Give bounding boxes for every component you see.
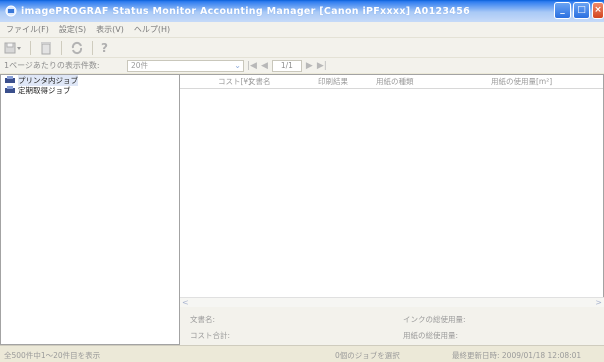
toolbar-separator	[30, 40, 31, 55]
menu-view[interactable]: 表示(V)	[96, 24, 124, 35]
status-last-update: 最終更新日時: 2009/01/18 12:08:01	[452, 351, 582, 360]
column-media-type[interactable]: 用紙の種類	[376, 76, 491, 87]
toolbar-separator	[61, 40, 62, 55]
per-page-select[interactable]: 20件 ⌄	[127, 60, 244, 72]
status-bar: 全500件中1～20件目を表示 0個のジョブを選択 最終更新日時: 2009/0…	[0, 345, 604, 362]
column-print-result[interactable]: 印刷結果	[318, 76, 376, 87]
menu-file[interactable]: ファイル(F)	[6, 24, 49, 35]
document-name-label: 文書名:	[190, 315, 216, 324]
job-list: コスト[¥] 文書名 印刷結果 用紙の種類 用紙の使用量[m²]	[180, 74, 604, 307]
refresh-icon	[71, 41, 83, 54]
delete-button[interactable]	[39, 40, 53, 56]
per-page-label: 1ページあたりの表示件数:	[4, 61, 100, 70]
scroll-right-icon[interactable]: >	[595, 298, 602, 307]
cost-total-label: コスト合計:	[190, 331, 231, 340]
status-range: 全500件中1～20件目を表示	[4, 351, 101, 360]
first-page-icon[interactable]: |◀	[247, 61, 257, 71]
maximize-button[interactable]: □	[573, 2, 590, 19]
help-icon: ?	[101, 40, 108, 55]
title-bar: imagePROGRAF Status Monitor Accounting M…	[0, 0, 604, 22]
help-button[interactable]: ?	[101, 40, 108, 56]
save-icon	[4, 42, 21, 53]
per-page-value: 20件	[131, 61, 149, 70]
page-indicator[interactable]: 1/1	[271, 60, 302, 72]
app-icon	[5, 5, 17, 17]
menu-settings[interactable]: 設定(S)	[59, 24, 86, 35]
column-document-name[interactable]: 文書名	[248, 76, 318, 87]
next-page-icon[interactable]: ▶	[306, 61, 313, 71]
chevron-down-icon[interactable]: ⌄	[234, 61, 241, 71]
printer-icon	[5, 76, 15, 83]
horizontal-scrollbar[interactable]: < >	[180, 297, 604, 307]
scroll-left-icon[interactable]: <	[182, 298, 189, 307]
pager: |◀ ◀ 1/1 ▶ ▶|	[247, 60, 327, 72]
prev-page-icon[interactable]: ◀	[261, 61, 268, 71]
window-title: imagePROGRAF Status Monitor Accounting M…	[21, 5, 471, 17]
delete-icon	[41, 41, 51, 54]
close-button[interactable]: ×	[592, 2, 604, 19]
toolbar: ?	[0, 37, 604, 57]
minimize-button[interactable]: _	[554, 2, 571, 19]
menu-bar: ファイル(F) 設定(S) 表示(V) ヘルプ(H)	[0, 22, 604, 37]
last-page-icon[interactable]: ▶|	[317, 61, 327, 71]
paper-total-label: 用紙の総使用量:	[403, 331, 459, 340]
paging-bar: 1ページあたりの表示件数: 20件 ⌄ |◀ ◀ 1/1 ▶ ▶|	[0, 57, 604, 73]
menu-help[interactable]: ヘルプ(H)	[134, 24, 170, 35]
refresh-button[interactable]	[70, 40, 84, 56]
printer-icon	[5, 86, 15, 93]
tree-item-label: 定期取得ジョブ	[18, 85, 71, 95]
tree-item-periodic-jobs[interactable]: 定期取得ジョブ	[1, 85, 179, 95]
column-cost[interactable]: コスト[¥]	[218, 76, 251, 87]
job-tree: プリンタ内ジョブ 定期取得ジョブ	[0, 74, 180, 345]
list-header: コスト[¥] 文書名 印刷結果 用紙の種類 用紙の使用量[m²]	[180, 75, 603, 89]
tree-item-printer-jobs[interactable]: プリンタ内ジョブ	[1, 74, 179, 86]
detail-panel: 文書名: コスト合計: インクの総使用量: 用紙の総使用量:	[180, 307, 604, 345]
save-button[interactable]	[4, 40, 22, 56]
toolbar-separator	[92, 40, 93, 55]
ink-total-label: インクの総使用量:	[403, 315, 466, 324]
column-paper-usage[interactable]: 用紙の使用量[m²]	[491, 76, 552, 87]
status-selection: 0個のジョブを選択	[335, 351, 400, 360]
